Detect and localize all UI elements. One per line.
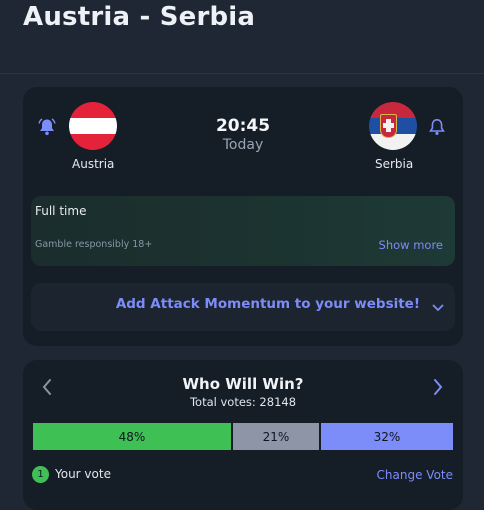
chevron-right-icon[interactable] — [431, 377, 445, 397]
change-vote-link[interactable]: Change Vote — [377, 468, 453, 482]
vote-title: Who Will Win? — [182, 375, 304, 393]
promo-link[interactable]: Add Attack Momentum to your website! — [116, 296, 420, 312]
your-vote-label: Your vote — [55, 467, 111, 481]
vote-badge: 1 — [32, 466, 49, 483]
gamble-notice: Gamble responsibly 18+ — [35, 239, 153, 250]
vote-option-home[interactable]: 48% — [33, 423, 231, 450]
home-team-name[interactable]: Austria — [72, 157, 114, 171]
vote-total: Total votes: 28148 — [189, 395, 297, 409]
away-bell-icon[interactable] — [427, 117, 447, 137]
serbia-flag-icon[interactable] — [369, 102, 417, 150]
away-team-name[interactable]: Serbia — [375, 157, 413, 171]
show-more-link[interactable]: Show more — [379, 238, 443, 252]
vote-option-away[interactable]: 32% — [321, 423, 453, 450]
serbia-crest-icon — [380, 114, 397, 138]
match-status-box — [31, 196, 455, 266]
chevron-down-icon[interactable] — [431, 300, 445, 314]
match-card: Austria 20:45 Today Serbia Full time Gam… — [23, 87, 463, 346]
page-title: Austria - Serbia — [23, 2, 256, 32]
page-header: Austria - Serbia — [0, 0, 484, 74]
vote-card: Who Will Win? Total votes: 28148 48% 21%… — [23, 360, 463, 510]
match-status: Full time — [35, 204, 87, 218]
vote-option-draw[interactable]: 21% — [233, 423, 319, 450]
vote-bar: 48% 21% 32% — [33, 423, 453, 450]
